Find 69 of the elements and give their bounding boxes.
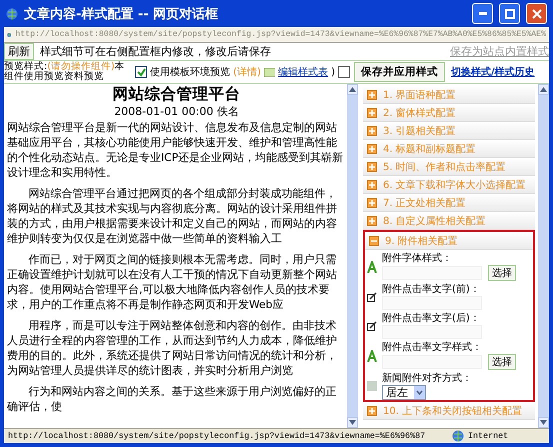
section-header[interactable]: 3. 引题相关配置 [363, 122, 535, 140]
maximize-icon [504, 8, 514, 18]
status-url: http://localhost:8080/system/site/popstyleconfig.jsp?viewid=1473&viewname=%E6%96%87 [8, 431, 426, 441]
details-link[interactable]: (详情) [233, 65, 261, 79]
toggle-checkbox[interactable] [338, 66, 350, 78]
plus-icon [367, 108, 377, 118]
close-icon [532, 8, 542, 18]
article-paragraph: 作而已，对于网页之间的链接则根本无需考虑。同时，用户只需正确设置维护计划就可以在没有人工干预的情况下自动更新整个网站内容。使用网站合管理平台,可以极大地降低内容创作人员的技术要求，用户的工作重点将不再是制作静态网页和开发Web应 [7, 252, 338, 312]
scroll-down-icon[interactable] [349, 420, 356, 425]
article-title: 网站综合管理平台 [112, 84, 242, 104]
scroll-up-icon[interactable] [540, 87, 547, 92]
plus-icon [367, 126, 377, 136]
window-title: 文章内容-样式配置 -- 网页对话框 [24, 6, 220, 22]
save-builtin-link[interactable]: 保存为站点内置样式 [450, 44, 549, 59]
section-header[interactable]: 4. 标题和副标题配置 [363, 140, 535, 158]
article-paragraph: 网站综合管理平台通过把网页的各个组成部分封装成功能组件，将网站的样式及其技术实现与内容彻底分离。网站的设计采用组件拼装的方式，由用户根据需要来设计和定义自己的网站，而网站的内容维护则转变为仅仅是在浏览器中做一些简单的资料输入工 [7, 186, 338, 246]
globe-icon [452, 430, 464, 442]
zone-label: Internet [468, 431, 508, 441]
pencil-icon [367, 292, 377, 302]
section-header[interactable]: 6. 文章下载和字体大小选择配置 [363, 176, 535, 194]
switch-style-link[interactable]: 切换样式/样式历史 [451, 65, 535, 79]
field-label: 附件点击率文字样式： [382, 341, 483, 354]
letter-a-icon [367, 260, 377, 272]
section-header[interactable]: 1. 界面语种配置 [363, 86, 535, 104]
close-button[interactable] [526, 3, 547, 24]
section-header[interactable]: 2. 窗体样式配置 [363, 104, 535, 122]
section-header[interactable]: 7. 正文处相关配置 [363, 194, 535, 212]
minimize-icon [478, 12, 486, 15]
scrollbar[interactable] [538, 84, 549, 428]
section-header[interactable]: 9. 附件相关配置 [365, 232, 533, 250]
article-paragraph: 行为和网站内容之间的关系。基于这些来源于用户浏览偏好的正确评估，使 [7, 384, 338, 414]
section-header[interactable]: 5. 时间、作者和点击率配置 [363, 158, 535, 176]
article-paragraph: 用程序，而是可以专注于网站整体创意和内容的创作。由非技术人员进行全程的内容管理的工作，从而达到节约人力成本，降低维护费用的目的。此外，系统还提供了网站日常访问情况的统计和分析，为网站管理人员提供详尽的统计图表，并实时分析用户浏览 [7, 318, 338, 378]
template-preview-label: 使用模板环境预览 [150, 66, 230, 79]
template-preview-checkbox[interactable] [135, 66, 148, 78]
field-label: 新闻附件对齐方式： [382, 372, 473, 385]
plus-icon [367, 216, 377, 226]
browser-icon [6, 8, 18, 20]
section-header[interactable]: 8. 自定义属性相关配置 [363, 212, 535, 230]
edit-stylesheet-link[interactable]: 编辑样式表 [278, 65, 328, 79]
plus-icon [367, 144, 377, 154]
plus-icon [367, 198, 377, 208]
stylesheet-icon [264, 68, 276, 76]
field-label: 附件字体样式： [382, 252, 453, 265]
align-select[interactable]: 居左 [382, 385, 426, 400]
plus-icon [367, 180, 377, 190]
field-label: 附件点击率文字(前)： [382, 283, 481, 296]
letter-a-icon [367, 350, 377, 362]
section-header[interactable]: 10. 上下条和关闭按钮相关配置 [363, 402, 535, 420]
plus-icon [367, 90, 377, 100]
article-paragraph: 网站综合管理平台是新一代的网站设计、信息发布及信息定制的网站基础应用平台，其核心功能使用户能够快速开发、维护和管理高性能的个性化动态站点。无论是专业ICP还是企业网站，均能感受到其崭新设计理念和实用特性。 [7, 120, 344, 180]
pencil-icon [367, 320, 377, 330]
field-label: 附件点击率文字(后)： [382, 312, 481, 325]
plus-icon [367, 162, 377, 172]
choose-button[interactable]: 选择 [488, 265, 516, 281]
preview-note: 预览样式:(请勿操作组件)本组件使用预览资料预览 [4, 62, 126, 82]
refresh-button[interactable]: 刷新 [4, 43, 34, 60]
choose-button[interactable]: 选择 [488, 354, 516, 370]
save-apply-button[interactable]: 保存并应用样式 [354, 62, 445, 82]
hint-text: 样式细节可在右侧配置框内修改，修改后请保存 [40, 44, 272, 59]
scroll-down-icon[interactable] [540, 420, 547, 425]
minimize-button[interactable] [472, 3, 493, 24]
article-meta: 2008-01-01 00:00 佚名 [113, 104, 240, 120]
paren-text: ) [331, 66, 335, 78]
plus-icon [367, 406, 377, 416]
maximize-button[interactable] [499, 3, 520, 24]
scrollbar[interactable] [347, 84, 358, 428]
scroll-up-icon[interactable] [349, 87, 356, 92]
minus-icon [369, 236, 379, 246]
